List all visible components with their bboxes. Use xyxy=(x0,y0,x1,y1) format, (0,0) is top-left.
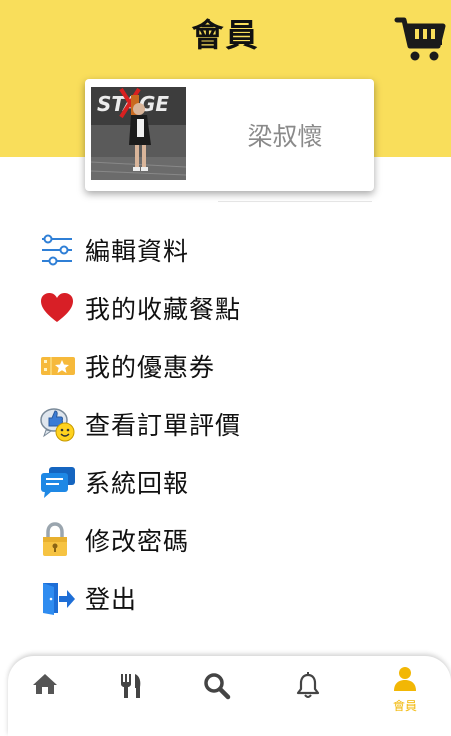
user-name: 梁叔懷 xyxy=(247,122,323,151)
menu-item-label: 查看訂單評價 xyxy=(85,411,242,440)
bottom-navigation: 會員 xyxy=(8,656,451,736)
menu-item-system-feedback[interactable]: 系統回報 xyxy=(40,462,400,502)
page-title: 會員 xyxy=(191,16,260,54)
ticket-icon xyxy=(40,348,78,384)
nav-notifications[interactable] xyxy=(283,672,333,722)
menu-item-label: 登出 xyxy=(85,585,138,614)
menu-item-order-reviews[interactable]: 查看訂單評價 xyxy=(40,404,400,444)
menu-item-change-password[interactable]: 修改密碼 xyxy=(40,520,400,560)
menu-item-label: 修改密碼 xyxy=(85,527,190,556)
sliders-icon xyxy=(40,232,78,268)
avatar[interactable]: STAGE xyxy=(91,87,186,180)
nav-search[interactable] xyxy=(192,672,242,722)
padlock-icon xyxy=(40,522,78,558)
menu-item-logout[interactable]: 登出 xyxy=(40,578,400,618)
menu-item-label: 系統回報 xyxy=(85,469,190,498)
nav-menu[interactable] xyxy=(106,672,156,722)
chat-bubble-icon xyxy=(40,464,78,500)
menu-item-coupons[interactable]: 我的優惠券 xyxy=(40,346,400,386)
menu-item-edit-profile[interactable]: 編輯資料 xyxy=(40,230,400,270)
member-icon xyxy=(392,666,418,696)
shopping-cart-icon[interactable] xyxy=(394,14,446,64)
nav-member-label: 會員 xyxy=(392,699,417,713)
nav-home[interactable] xyxy=(20,672,70,722)
search-icon xyxy=(203,672,231,704)
menu-item-label: 我的優惠券 xyxy=(85,353,216,382)
heart-icon xyxy=(40,290,78,326)
nav-member[interactable]: 會員 xyxy=(380,666,430,716)
menu-item-label: 我的收藏餐點 xyxy=(85,295,242,324)
logout-door-icon xyxy=(40,580,78,616)
divider xyxy=(218,201,372,202)
profile-card: STAGE 梁叔懷 xyxy=(85,79,374,191)
menu-item-favorites[interactable]: 我的收藏餐點 xyxy=(40,288,400,328)
menu-item-label: 編輯資料 xyxy=(85,237,190,266)
bell-icon xyxy=(295,672,321,704)
fork-knife-icon xyxy=(118,672,144,704)
home-icon xyxy=(32,672,58,700)
thumbs-up-smiley-icon xyxy=(40,406,78,442)
